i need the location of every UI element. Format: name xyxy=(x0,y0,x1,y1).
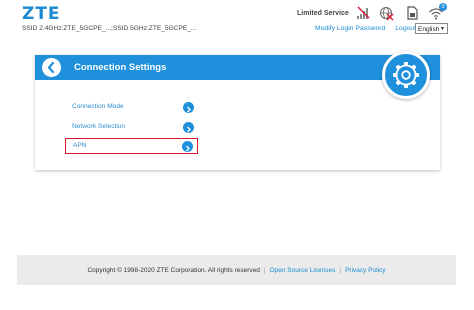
zte-logo: ZTE xyxy=(22,4,61,24)
privacy-policy-link[interactable]: Privacy Policy xyxy=(345,267,385,274)
back-button[interactable] xyxy=(42,58,61,77)
network-disconnected-icon[interactable] xyxy=(378,5,394,21)
language-value: English xyxy=(418,26,440,33)
menu-item-label: Network Selection xyxy=(72,123,126,130)
menu-item-label: Connection Mode xyxy=(72,103,124,110)
language-select[interactable]: English ▼ xyxy=(415,23,448,34)
page-title: Connection Settings xyxy=(74,62,167,73)
menu-item-connection-mode[interactable]: Connection Mode xyxy=(65,101,198,115)
menu-item-apn[interactable]: APN xyxy=(65,138,198,154)
menu-item-network-selection[interactable]: Network Selection xyxy=(65,121,198,135)
no-signal-icon[interactable] xyxy=(355,5,371,21)
logout-link[interactable]: Logout xyxy=(395,25,416,32)
back-arrow-icon xyxy=(47,61,55,74)
ssid-info: SSID 2.4GHz:ZTE_5GCPE_...;SSID 5GHz:ZTE_… xyxy=(22,25,197,32)
chevron-right-icon[interactable] xyxy=(183,102,194,113)
chevron-down-icon: ▼ xyxy=(440,26,445,32)
panel-header: Connection Settings xyxy=(35,55,440,80)
connection-settings-panel: Connection Settings Connection Mode Netw… xyxy=(35,51,440,170)
menu-item-label: APN xyxy=(73,142,87,149)
gear-icon xyxy=(393,62,419,88)
wifi-client-badge: 0 xyxy=(439,3,447,11)
network-status: Limited Service xyxy=(297,10,349,17)
copyright-text: Copyright © 1998-2020 ZTE Corporation. A… xyxy=(87,267,260,274)
header-links: Modify Login Password Logout xyxy=(315,25,416,32)
settings-badge xyxy=(382,51,430,99)
chevron-right-icon[interactable] xyxy=(183,122,194,133)
chevron-right-icon[interactable] xyxy=(182,141,193,152)
open-source-licenses-link[interactable]: Open Source Licenses xyxy=(270,267,336,274)
modify-password-link[interactable]: Modify Login Password xyxy=(315,25,385,32)
sim-card-icon[interactable] xyxy=(404,5,420,21)
page-footer: Copyright © 1998-2020 ZTE Corporation. A… xyxy=(17,255,456,285)
footer-text: Copyright © 1998-2020 ZTE Corporation. A… xyxy=(87,267,386,274)
